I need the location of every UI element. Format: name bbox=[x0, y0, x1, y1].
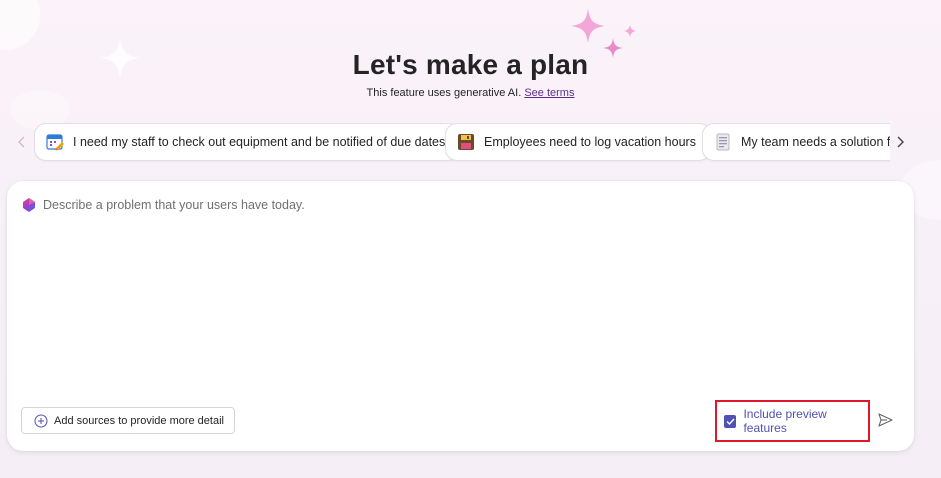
see-terms-link[interactable]: See terms bbox=[524, 87, 574, 99]
suggestion-chip-team-solution[interactable]: My team needs a solution for bbox=[702, 123, 890, 161]
suggestion-carousel: I need my staff to check out equipment a… bbox=[34, 123, 890, 163]
carousel-next-button[interactable] bbox=[892, 132, 910, 152]
preview-features-label[interactable]: Include preview features bbox=[743, 407, 868, 435]
suggestion-chip-vacation[interactable]: Employees need to log vacation hours bbox=[445, 123, 711, 161]
calendar-icon bbox=[45, 132, 65, 152]
ai-disclaimer: This feature uses generative AI. See ter… bbox=[0, 87, 941, 99]
subtitle-text: This feature uses generative AI. bbox=[366, 87, 522, 99]
floppy-disk-icon bbox=[456, 132, 476, 152]
add-sources-button[interactable]: Add sources to provide more detail bbox=[21, 407, 235, 434]
add-sources-label: Add sources to provide more detail bbox=[54, 414, 224, 427]
prompt-row bbox=[21, 197, 843, 213]
copilot-logo-icon bbox=[23, 198, 35, 212]
add-circle-icon bbox=[34, 414, 48, 427]
preview-features-checkbox[interactable] bbox=[724, 414, 737, 428]
suggestion-label: I need my staff to check out equipment a… bbox=[73, 135, 446, 149]
document-icon bbox=[713, 132, 733, 152]
sparkle-decoration-icon bbox=[571, 9, 605, 43]
prompt-card: Add sources to provide more detail Inclu… bbox=[7, 181, 914, 451]
send-icon[interactable] bbox=[877, 412, 893, 428]
suggestion-label: Employees need to log vacation hours bbox=[484, 135, 696, 149]
chevron-left-icon bbox=[18, 136, 25, 148]
problem-description-input[interactable] bbox=[43, 198, 843, 212]
suggestion-label: My team needs a solution for bbox=[741, 135, 890, 149]
suggestion-chip-equipment[interactable]: I need my staff to check out equipment a… bbox=[34, 123, 461, 161]
preview-features-highlight: Include preview features bbox=[715, 400, 870, 442]
checkmark-icon bbox=[726, 418, 735, 425]
chevron-right-icon bbox=[897, 136, 904, 148]
carousel-previous-button[interactable] bbox=[12, 132, 30, 152]
background-shape bbox=[0, 0, 40, 50]
page-title: Let's make a plan bbox=[352, 49, 589, 80]
sparkle-decoration-icon bbox=[624, 25, 636, 37]
